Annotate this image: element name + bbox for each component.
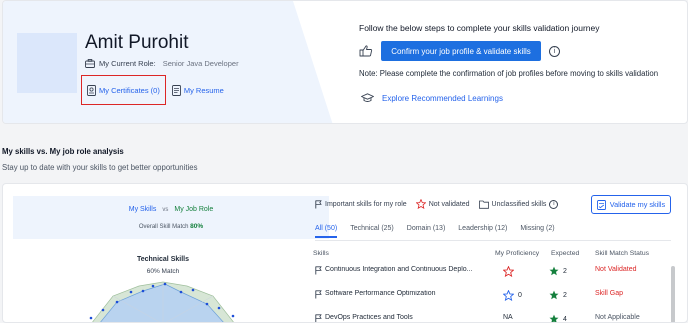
table-row[interactable]: DevOps Practices and Tools NA 4 Not Appl… — [315, 314, 671, 323]
tab-domain[interactable]: Domain (13) — [407, 225, 446, 238]
expected-value: 2 — [563, 291, 567, 299]
flag-icon — [315, 199, 322, 209]
checklist-icon — [596, 199, 606, 210]
avatar — [17, 33, 77, 93]
vs-label: vs — [162, 207, 169, 213]
validate-my-skills-label: Validate my skills — [609, 200, 666, 209]
my-certificates-label: My Certificates (0) — [99, 85, 160, 95]
header-proficiency: My Proficiency — [495, 250, 540, 257]
expected-cell: 4 — [549, 314, 567, 323]
role-value: Senior Java Developer — [162, 59, 239, 68]
tab-leadership[interactable]: Leadership (12) — [458, 225, 507, 238]
technical-match: 60% Match — [146, 268, 180, 275]
hand-pointing-icon — [359, 45, 373, 57]
info-icon[interactable]: i — [549, 45, 560, 57]
tab-missing[interactable]: Missing (2) — [520, 225, 554, 238]
folder-icon — [478, 200, 489, 209]
validate-my-skills-button[interactable]: Validate my skills — [591, 195, 671, 214]
skill-name: Continuous Integration and Continuous De… — [325, 266, 473, 273]
confirm-row: Confirm your job profile & validate skil… — [359, 41, 560, 61]
header-expected: Expected — [551, 250, 580, 257]
legend-unclassified-label: Unclassified skills — [491, 200, 547, 208]
skills-vs-role: My Skills vs My Job Role — [13, 206, 329, 213]
radar-chart — [89, 281, 235, 322]
match-status: Skill Gap — [595, 290, 624, 297]
certificate-icon — [87, 84, 96, 96]
legend-important-label: Important skills for my role — [325, 200, 407, 208]
skill-tabs: All (50) Technical (25) Domain (13) Lead… — [315, 225, 555, 238]
skill-name: Software Performance Optimization — [325, 290, 436, 297]
star-filled-icon — [549, 314, 559, 322]
star-filled-icon — [549, 290, 559, 300]
match-status: Not Applicable — [595, 314, 640, 321]
overall-value: 80% — [190, 223, 204, 230]
match-status: Not Validated — [595, 266, 637, 273]
tab-all[interactable]: All (50) — [315, 225, 338, 238]
analysis-card: My Skills vs My Job Role Overall Skill Mat… — [2, 183, 688, 323]
legend-unclassified: Unclassified skills i — [478, 199, 559, 209]
proficiency-cell: NA — [503, 314, 513, 321]
flag-icon — [315, 314, 322, 322]
table-row[interactable]: Software Performance Optimization 0 2 Sk… — [315, 290, 671, 306]
star-filled-icon — [549, 266, 559, 276]
flag-icon — [315, 290, 322, 299]
my-resume-label: My Resume — [183, 85, 224, 95]
star-outline-icon[interactable] — [503, 266, 514, 277]
user-name: Amit Purohit — [85, 32, 189, 53]
steps-title: Follow the below steps to complete your … — [359, 23, 600, 33]
my-skills-label: My Skills — [128, 206, 157, 213]
confirm-job-profile-button[interactable]: Confirm your job profile & validate skil… — [381, 41, 541, 61]
table-scrollbar[interactable] — [671, 266, 675, 322]
expected-value: 4 — [563, 315, 567, 323]
skill-name: DevOps Practices and Tools — [325, 314, 413, 321]
legend-not-validated-label: Not validated — [428, 200, 470, 208]
profile-card: Amit Purohit My Current Role: Senior Jav… — [2, 0, 688, 124]
my-job-role-label: My Job Role — [174, 206, 214, 213]
profile-panel: Amit Purohit My Current Role: Senior Jav… — [3, 1, 333, 123]
explore-learnings-link[interactable]: Explore Recommended Learnings — [361, 93, 503, 103]
legend-important: Important skills for my role — [315, 199, 407, 209]
expected-cell: 2 — [549, 266, 567, 276]
validation-note: Note: Please complete the confirmation o… — [359, 69, 659, 78]
graduation-cap-icon — [361, 93, 374, 103]
tabs-divider — [315, 240, 671, 241]
star-outline-icon — [415, 199, 426, 209]
proficiency-value: 0 — [518, 292, 522, 299]
explore-learnings-label: Explore Recommended Learnings — [382, 93, 503, 103]
header-skills: Skills — [313, 250, 329, 257]
briefcase-icon — [85, 59, 95, 68]
technical-skills-title: Technical Skills — [136, 256, 189, 263]
overall-match: Overall Skill Match 80% — [13, 223, 329, 230]
expected-value: 2 — [563, 267, 567, 275]
skill-match-summary: My Skills vs My Job Role Overall Skill Mat… — [13, 196, 329, 239]
expected-cell: 2 — [549, 290, 567, 300]
section-title: My skills vs. My job role analysis — [2, 147, 124, 156]
proficiency-cell — [503, 266, 514, 277]
current-role: My Current Role: Senior Java Developer — [85, 59, 239, 68]
flag-icon — [315, 266, 322, 275]
validation-steps: Follow the below steps to complete your … — [359, 1, 687, 123]
my-resume-link[interactable]: My Resume — [171, 84, 224, 96]
tab-technical[interactable]: Technical (25) — [350, 225, 394, 238]
proficiency-value: NA — [503, 314, 513, 321]
proficiency-cell: 0 — [503, 290, 522, 301]
header-status: Skill Match Status — [595, 250, 650, 257]
overall-label: Overall Skill Match — [138, 224, 189, 230]
my-certificates-link[interactable]: My Certificates (0) — [81, 75, 166, 105]
document-icon — [171, 84, 181, 96]
info-icon[interactable]: i — [549, 199, 559, 209]
table-row[interactable]: Continuous Integration and Continuous De… — [315, 266, 671, 282]
legend: Important skills for my role Not validat… — [315, 199, 559, 209]
profile-links: My Certificates (0) My Resume — [81, 75, 224, 105]
role-label: My Current Role: — [99, 59, 156, 68]
legend-not-validated: Not validated — [415, 199, 470, 209]
star-outline-icon[interactable] — [503, 290, 514, 301]
section-subtitle: Stay up to date with your skills to get … — [2, 163, 198, 172]
